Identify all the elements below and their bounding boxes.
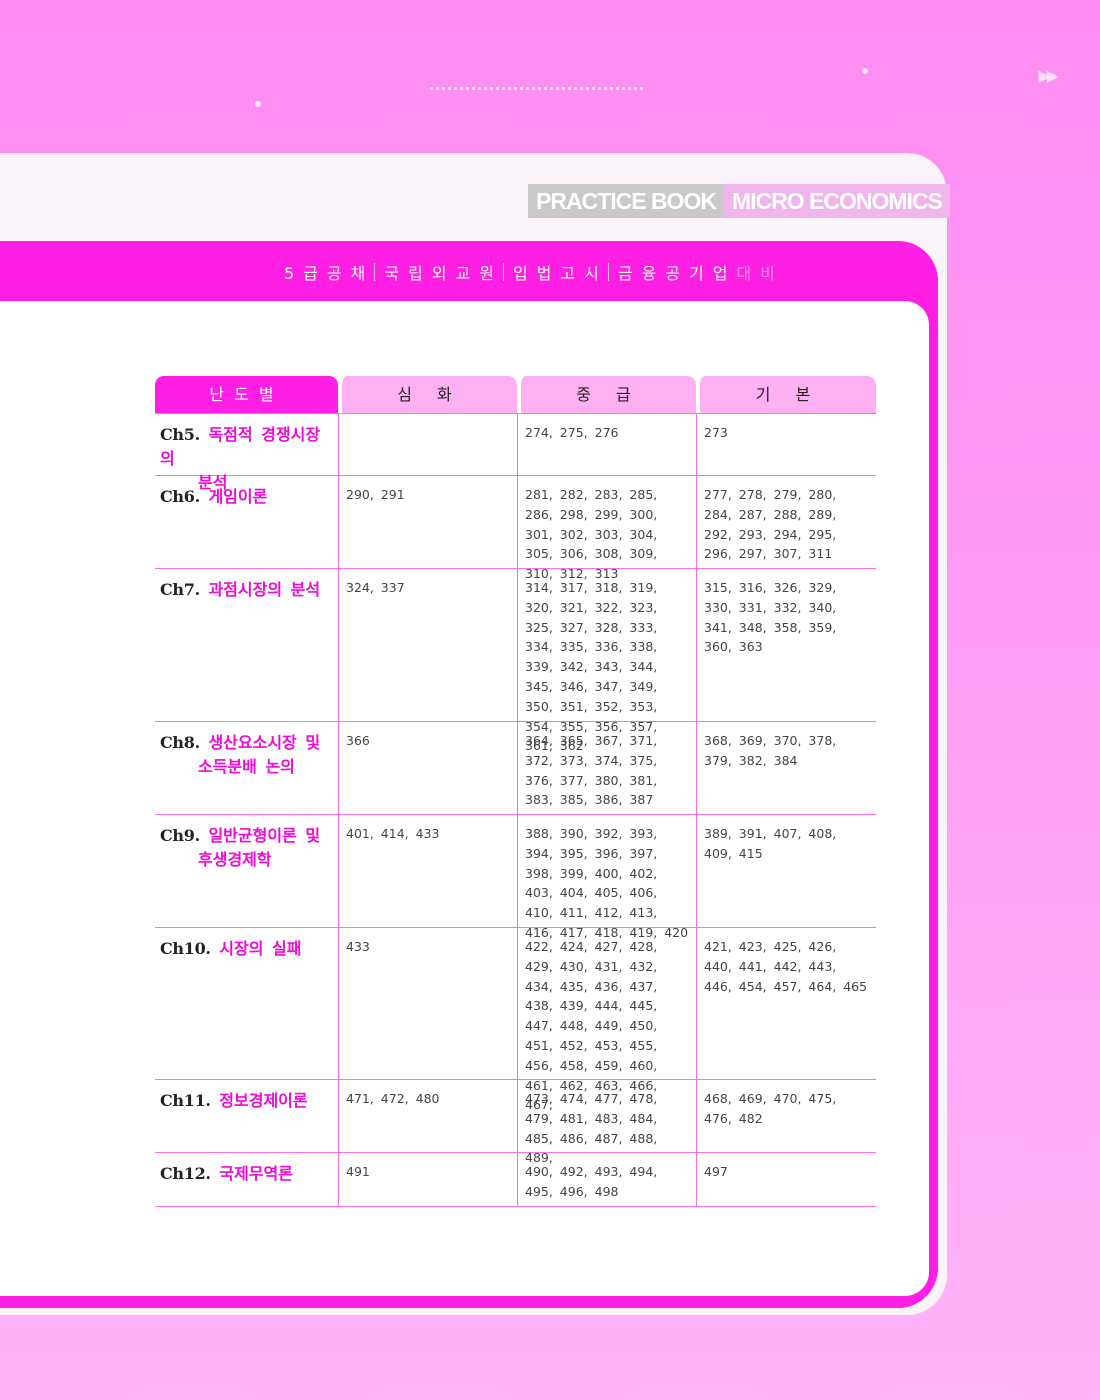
chapter-cell: Ch9. 일반균형이론 및후생경제학 (155, 815, 338, 927)
basic-cell: 277, 278, 279, 280, 284, 287, 288, 289, … (696, 476, 876, 568)
sparkle-decoration (255, 101, 261, 107)
chapter-cell: Ch5. 독점적 경쟁시장의 분석 (155, 414, 338, 492)
advanced-cell: 290, 291 (338, 476, 517, 568)
chapter-cell: Ch11. 정보경제이론 (155, 1080, 338, 1152)
chapter-number: Ch10. (160, 939, 211, 958)
intermediate-cell: 314, 317, 318, 319, 320, 321, 322, 323, … (517, 569, 696, 753)
fast-forward-icon: ▶▶ (1038, 66, 1059, 85)
chapter-title: 정보경제이론 (219, 1091, 308, 1110)
intermediate-cell: 473, 474, 477, 478, 479, 481, 483, 484, … (517, 1080, 696, 1165)
basic-cell: 273 (696, 414, 876, 475)
subtitle-item: 국립외교원 (384, 264, 503, 283)
table-row: Ch12. 국제무역론 491 490, 492, 493, 494, 495,… (155, 1152, 876, 1207)
decorative-dotted-line (430, 87, 645, 90)
advanced-cell: 471, 472, 480 (338, 1080, 517, 1152)
header-difficulty: 난도별 (155, 376, 338, 413)
chapter-cell: Ch10. 시장의 실패 (155, 928, 338, 1079)
intermediate-cell: 274, 275, 276 (517, 414, 696, 475)
chapter-number: Ch12. (160, 1164, 211, 1183)
brand-left: PRACTICE BOOK (528, 184, 724, 218)
brand-badge: PRACTICE BOOK MICRO ECONOMICS (528, 184, 950, 218)
divider (607, 263, 609, 281)
advanced-cell: 433 (338, 928, 517, 1079)
header-advanced: 심 화 (338, 376, 517, 413)
chapter-number: Ch7. (160, 580, 200, 599)
table-row: Ch7. 과점시장의 분석 324, 337 314, 317, 318, 31… (155, 568, 876, 753)
chapter-title-cont: 소득분배 논의 (198, 757, 295, 776)
chapter-title: 시장의 실패 (219, 939, 302, 958)
sparkle-decoration (862, 68, 868, 74)
chapter-title: 게임이론 (208, 487, 268, 506)
basic-cell: 315, 316, 326, 329, 330, 331, 332, 340, … (696, 569, 876, 721)
header-intermediate: 중 급 (517, 376, 696, 413)
brand-right: MICRO ECONOMICS (723, 184, 950, 218)
table-row: Ch6. 게임이론 290, 291 281, 282, 283, 285, 2… (155, 475, 876, 581)
advanced-cell (338, 414, 517, 475)
chapter-cell: Ch7. 과점시장의 분석 (155, 569, 338, 721)
table-header: 난도별 심 화 중 급 기 본 (155, 376, 876, 413)
table-row: Ch5. 독점적 경쟁시장의 분석 274, 275, 276 273 (155, 413, 876, 492)
advanced-cell: 401, 414, 433 (338, 815, 517, 927)
basic-cell: 421, 423, 425, 426, 440, 441, 442, 443, … (696, 928, 876, 1079)
intermediate-cell: 388, 390, 392, 393, 394, 395, 396, 397, … (517, 815, 696, 940)
basic-cell: 468, 469, 470, 475, 476, 482 (696, 1080, 876, 1152)
subtitle-item: 5급공채 (284, 264, 375, 283)
chapter-cell: Ch12. 국제무역론 (155, 1153, 338, 1206)
subtitle-bar: 5급공채 국립외교원 입법고시 금융공기업 대비 (284, 260, 784, 284)
chapter-number: Ch8. (160, 733, 200, 752)
chapter-title: 일반균형이론 및 (208, 826, 321, 845)
divider (374, 263, 376, 281)
chapter-title: 국제무역론 (219, 1164, 293, 1183)
chapter-cell: Ch8. 생산요소시장 및소득분배 논의 (155, 722, 338, 814)
basic-cell: 497 (696, 1153, 876, 1206)
intermediate-cell: 364, 365, 367, 371, 372, 373, 374, 375, … (517, 722, 696, 814)
basic-cell: 389, 391, 407, 408, 409, 415 (696, 815, 876, 927)
table-row: Ch8. 생산요소시장 및소득분배 논의 366 364, 365, 367, … (155, 721, 876, 814)
advanced-cell: 324, 337 (338, 569, 517, 721)
advanced-cell: 366 (338, 722, 517, 814)
subtitle-item: 입법고시 (512, 264, 608, 283)
advanced-cell: 491 (338, 1153, 517, 1206)
header-basic: 기 본 (696, 376, 876, 413)
table-row: Ch10. 시장의 실패 433 422, 424, 427, 428, 429… (155, 927, 876, 1112)
subtitle-tail: 대비 (736, 264, 784, 283)
basic-cell: 368, 369, 370, 378, 379, 382, 384 (696, 722, 876, 814)
intermediate-cell: 281, 282, 283, 285, 286, 298, 299, 300, … (517, 476, 696, 581)
chapter-title: 과점시장의 분석 (208, 580, 321, 599)
chapter-number: Ch9. (160, 826, 200, 845)
difficulty-table: 난도별 심 화 중 급 기 본 Ch5. 독점적 경쟁시장의 분석 274, 27… (155, 376, 876, 1207)
chapter-number: Ch5. (160, 425, 200, 444)
chapter-number: Ch6. (160, 487, 200, 506)
chapter-number: Ch11. (160, 1091, 211, 1110)
divider (502, 263, 504, 281)
subtitle-item: 금융공기업 (617, 264, 737, 283)
chapter-title-cont: 후생경제학 (198, 850, 272, 869)
chapter-title: 생산요소시장 및 (208, 733, 321, 752)
table-row: Ch9. 일반균형이론 및후생경제학 401, 414, 433 388, 39… (155, 814, 876, 940)
intermediate-cell: 422, 424, 427, 428, 429, 430, 431, 432, … (517, 928, 696, 1112)
table-row: Ch11. 정보경제이론 471, 472, 480 473, 474, 477… (155, 1079, 876, 1165)
chapter-cell: Ch6. 게임이론 (155, 476, 338, 568)
intermediate-cell: 490, 492, 493, 494, 495, 496, 498 (517, 1153, 696, 1206)
